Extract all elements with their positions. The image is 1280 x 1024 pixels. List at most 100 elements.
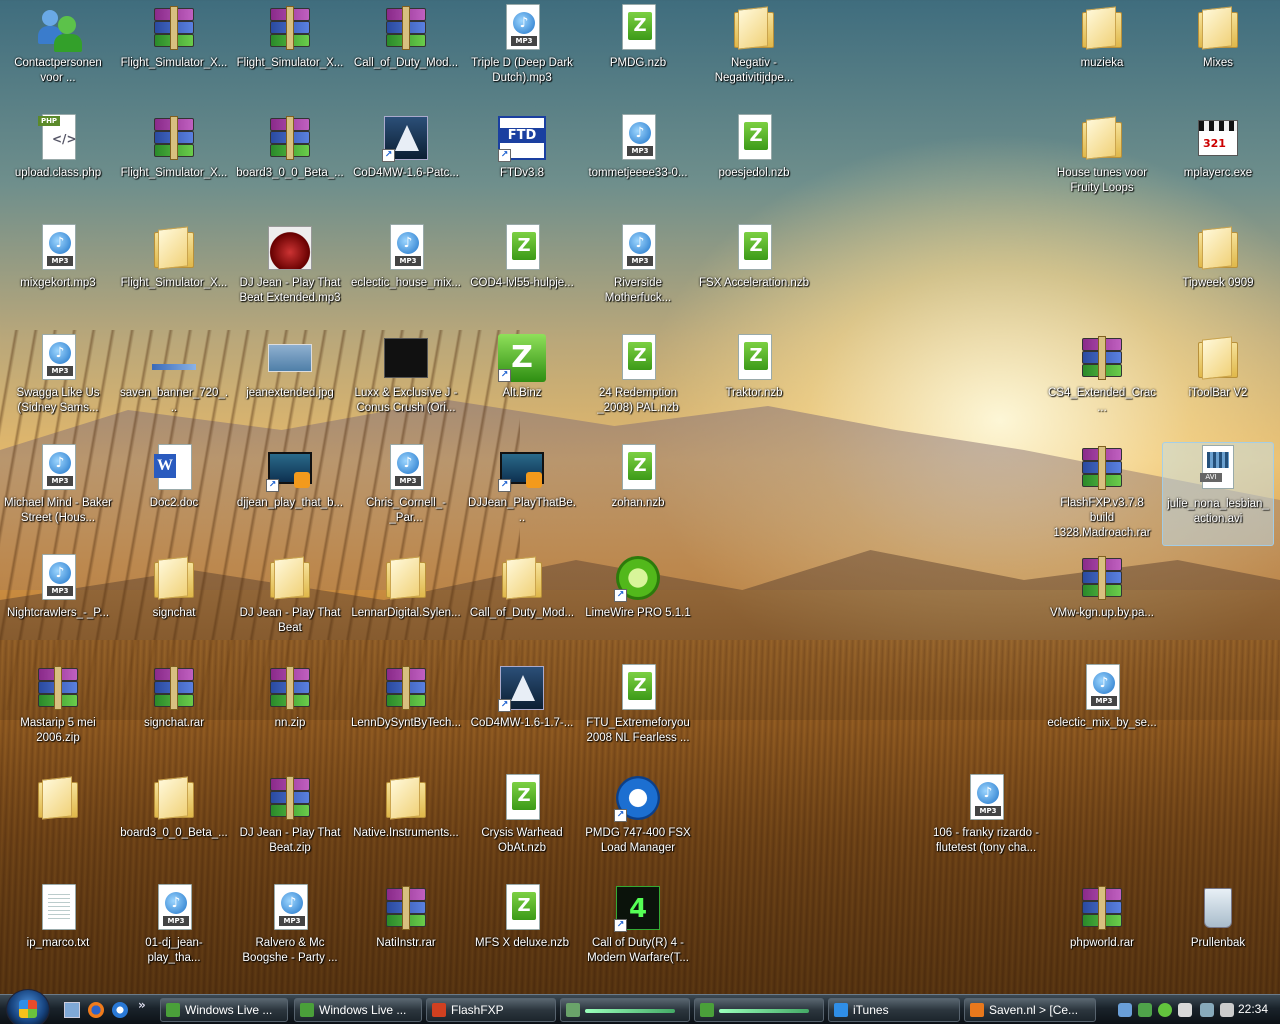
desktop-icon[interactable]: ↗ djjean_play_that_b... — [234, 442, 346, 546]
internet-explorer-icon[interactable] — [112, 1002, 128, 1018]
nzb-file-icon: Z — [730, 224, 778, 272]
desktop-icon[interactable]: Call_of_Duty_Mod... — [466, 552, 578, 656]
desktop-icon[interactable]: ♪ MP3 Riverside Motherfuck... — [582, 222, 694, 326]
messenger-tray-icon[interactable] — [1138, 1003, 1152, 1017]
winrar-archive-icon — [150, 664, 198, 712]
desktop-icon[interactable]: Mixes — [1162, 2, 1274, 106]
mp3-file-icon: ♪ MP3 — [34, 554, 82, 602]
winrar-archive-icon — [150, 4, 198, 52]
desktop-icon[interactable]: Flight_Simulator_X... — [118, 2, 230, 106]
show-desktop-icon[interactable] — [64, 1002, 80, 1018]
desktop-icon[interactable]: iToolBar V2 — [1162, 332, 1274, 436]
desktop-icon[interactable]: LennarDigital.Sylen... — [350, 552, 462, 656]
desktop-icon[interactable]: ♪ MP3 Michael Mind - Baker Street (Hous... — [2, 442, 114, 546]
desktop-icon[interactable]: W Doc2.doc — [118, 442, 230, 546]
desktop-icon[interactable]: Z MFS X deluxe.nzb — [466, 882, 578, 986]
clock[interactable]: 22:34 — [1238, 1002, 1268, 1016]
mp3-file-icon: ♪ MP3 — [34, 224, 82, 272]
taskbar-button[interactable]: iTunes — [828, 998, 960, 1022]
desktop-icon[interactable]: ♪ MP3 mixgekort.mp3 — [2, 222, 114, 326]
desktop-icon[interactable]: Z FSX Acceleration.nzb — [698, 222, 810, 326]
desktop-icon[interactable]: jeanextended.jpg — [234, 332, 346, 436]
desktop-icon[interactable]: LennDySyntByTech... — [350, 662, 462, 766]
desktop-icon[interactable]: Zzohan.nzb — [582, 442, 694, 546]
desktop-icon[interactable]: ↗ LimeWire PRO 5.1.1 — [582, 552, 694, 656]
desktop-icon[interactable]: Z Traktor.nzb — [698, 332, 810, 436]
network-icon[interactable] — [1200, 1003, 1214, 1017]
desktop-icon[interactable]: Z 24 Redemption _2008) PAL.nzb — [582, 332, 694, 436]
desktop-icon[interactable]: saven_banner_720_... — [118, 332, 230, 436]
progress-window-icon — [566, 1003, 580, 1017]
desktop-icon[interactable]: ♪ MP3 eclectic_mix_by_se... — [1046, 662, 1158, 766]
desktop-icon[interactable]: ip_marco.txt — [2, 882, 114, 986]
desktop-icon[interactable]: House tunes voor Fruity Loops — [1046, 112, 1158, 216]
desktop-icon[interactable]: Z Crysis Warhead ObAt.nzb — [466, 772, 578, 876]
desktop-icon[interactable]: ↗ CoD4MW-1.6-1.7-... — [466, 662, 578, 766]
checkmark-icon[interactable] — [1178, 1003, 1192, 1017]
desktop-icon[interactable]: ♪ MP3 Triple D (Deep Dark Dutch).mp3 — [466, 2, 578, 106]
desktop-icon[interactable]: PHP </> upload.class.php — [2, 112, 114, 216]
desktop-icon[interactable]: Mastarip 5 mei 2006.zip — [2, 662, 114, 766]
start-button[interactable] — [6, 989, 50, 1024]
desktop-icon[interactable] — [2, 772, 114, 876]
desktop-icon[interactable]: ♪ MP3 Chris_Cornell_-_Par... — [350, 442, 462, 546]
desktop-icon[interactable]: Flight_Simulator_X... — [234, 2, 346, 106]
desktop-icon[interactable]: FTD ↗ FTDv3.8 — [466, 112, 578, 216]
desktop-icon[interactable]: DJ Jean - Play That Beat.zip — [234, 772, 346, 876]
desktop-icon[interactable]: muzieka — [1046, 2, 1158, 106]
desktop-icon[interactable]: Tipweek 0909 — [1162, 222, 1274, 326]
desktop-icon[interactable]: ♪ MP3 Ralvero & Mc Boogshe - Party ... — [234, 882, 346, 986]
desktop-icon[interactable]: ♪ MP3 Nightcrawlers_-_P... — [2, 552, 114, 656]
desktop-icon[interactable]: Contactpersonen voor ... — [2, 2, 114, 106]
desktop-icon[interactable]: ↗ DJJean_PlayThatBe... — [466, 442, 578, 546]
desktop-icon[interactable]: Prullenbak — [1162, 882, 1274, 986]
desktop-icon[interactable]: Z ↗ Alt.Binz — [466, 332, 578, 436]
desktop-icon-label: zohan.nzb — [611, 497, 665, 509]
desktop-icon[interactable]: DJ Jean - Play That Beat — [234, 552, 346, 656]
desktop-icon[interactable]: 321 mplayerc.exe — [1162, 112, 1274, 216]
desktop-icon[interactable]: board3_0_0_Beta_... — [118, 772, 230, 876]
limewire-tray-icon[interactable] — [1158, 1003, 1172, 1017]
desktop-icon[interactable]: ♪ MP3 tommetjeeee33-0... — [582, 112, 694, 216]
mp3-file-icon: ♪ MP3 — [614, 224, 662, 272]
desktop-icon[interactable]: nn.zip — [234, 662, 346, 766]
taskbar-button[interactable]: Saven.nl > [Ce... — [964, 998, 1096, 1022]
desktop-icon[interactable]: CS4_Extended_Crac... — [1046, 332, 1158, 436]
desktop-icon[interactable]: Call_of_Duty_Mod... — [350, 2, 462, 106]
desktop-icon[interactable]: 4 ↗ Call of Duty(R) 4 - Modern Warfare(T..… — [582, 882, 694, 986]
desktop-icon[interactable]: ♪ MP3 eclectic_house_mix... — [350, 222, 462, 326]
desktop-icon[interactable]: signchat — [118, 552, 230, 656]
taskbar-button[interactable] — [560, 998, 690, 1022]
taskbar-button[interactable]: FlashFXP — [426, 998, 556, 1022]
desktop-icon[interactable]: ♪ MP3 01-dj_jean-play_tha... — [118, 882, 230, 986]
taskbar-button[interactable]: Windows Live ... — [294, 998, 422, 1022]
desktop-icon[interactable]: FlashFXP.v3.7.8 build 1328.Madroach.rar — [1046, 442, 1158, 546]
desktop-icon[interactable]: board3_0_0_Beta_... — [234, 112, 346, 216]
desktop-icon[interactable]: NatiInstr.rar — [350, 882, 462, 986]
desktop-icon[interactable]: ↗ CoD4MW-1.6-Patc... — [350, 112, 462, 216]
desktop-icon[interactable]: Luxx & Exclusive J - Conus Crush (Ori... — [350, 332, 462, 436]
quicklaunch-more-button[interactable]: » — [138, 998, 154, 1014]
desktop-icon[interactable]: Flight_Simulator_X... — [118, 112, 230, 216]
desktop-icon[interactable]: AVI julie_nona_lesbian_action.avi — [1162, 442, 1274, 546]
desktop-icon[interactable]: Z FTU_Extremeforyou 2008 NL Fearless ... — [582, 662, 694, 766]
desktop-icon[interactable]: Zpoesjedol.nzb — [698, 112, 810, 216]
desktop-icon[interactable]: ♪ MP3 106 - franky rizardo - flutetest (to… — [930, 772, 1042, 876]
desktop-icon[interactable]: VMw-kgn.up.by.pa... — [1046, 552, 1158, 656]
volume-icon[interactable] — [1220, 1003, 1234, 1017]
desktop-icon[interactable]: Negativ - Negativitijdpe... — [698, 2, 810, 106]
desktop-icon[interactable]: Z COD4-lvl55-hulpje... — [466, 222, 578, 326]
desktop-icon[interactable]: signchat.rar — [118, 662, 230, 766]
desktop-icon[interactable]: DJ Jean - Play That Beat Extended.mp3 — [234, 222, 346, 326]
desktop-icon[interactable]: ♪ MP3 Swagga Like Us (Sidney Sams... — [2, 332, 114, 436]
desktop-icon[interactable]: ↗ PMDG 747-400 FSX Load Manager — [582, 772, 694, 876]
banner-image-icon — [150, 334, 198, 382]
firefox-icon[interactable] — [88, 1002, 104, 1018]
desktop-icon[interactable]: Z PMDG.nzb — [582, 2, 694, 106]
taskbar-button[interactable]: Windows Live ... — [160, 998, 288, 1022]
network-users-icon[interactable] — [1118, 1003, 1132, 1017]
desktop-icon[interactable]: phpworld.rar — [1046, 882, 1158, 986]
taskbar-button[interactable] — [694, 998, 824, 1022]
desktop-icon[interactable]: Flight_Simulator_X... — [118, 222, 230, 326]
desktop-icon[interactable]: Native.Instruments... — [350, 772, 462, 876]
